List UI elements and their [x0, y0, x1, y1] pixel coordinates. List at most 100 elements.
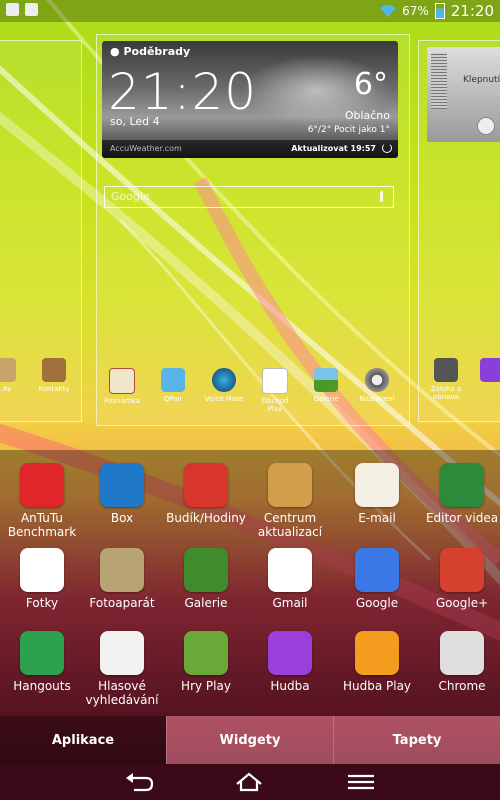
widget-date: so, Led 4: [110, 115, 160, 128]
app-gallery[interactable]: Galerie: [164, 548, 248, 610]
app-box[interactable]: Box: [80, 463, 164, 525]
left-panel-icon[interactable]: ...ky: [0, 358, 24, 393]
right-panel-icon-music[interactable]: [472, 358, 500, 385]
music-widget[interactable]: Klepnutí: [427, 47, 500, 142]
contacts-icon: [42, 358, 66, 382]
settings-gear-icon: [365, 368, 389, 392]
app-music[interactable]: Hudba: [248, 631, 332, 693]
app-label: Galerie: [184, 596, 228, 610]
app-video-editor[interactable]: Editor videa: [420, 463, 500, 525]
tab-widgety[interactable]: Widgety: [166, 716, 333, 764]
music-icon: [480, 358, 500, 382]
city-name: Poděbrady: [123, 45, 191, 58]
search-placeholder: Google: [111, 190, 150, 203]
speaker-grille: [431, 53, 447, 109]
back-icon[interactable]: [124, 772, 154, 792]
refresh-icon[interactable]: [382, 143, 392, 153]
home-icon-qpair[interactable]: QPair: [153, 368, 193, 403]
app-label: Hudba: [270, 679, 310, 693]
app-camera[interactable]: Fotoaparát: [80, 548, 164, 610]
menu-icon[interactable]: [346, 772, 376, 792]
weather-temperature: 6°: [353, 67, 388, 102]
app-label: Hry Play: [181, 679, 231, 693]
right-panel-icon-backup[interactable]: Záloha a obnova: [426, 358, 466, 401]
weather-footer: AccuWeather.com Aktualizovat 19:57: [102, 140, 398, 158]
gallery-icon: [314, 368, 338, 392]
home-icon-label: QPair: [163, 395, 183, 403]
app-label: Hangouts: [13, 679, 71, 693]
home-icon-nastaveni[interactable]: Nastavení: [357, 368, 397, 403]
qpair-icon: [161, 368, 185, 392]
hangouts-icon: [20, 631, 64, 675]
left-panel-icon-contacts[interactable]: Kontakty: [34, 358, 74, 393]
mic-icon[interactable]: [380, 191, 383, 202]
app-hangouts[interactable]: Hangouts: [0, 631, 84, 693]
chrome-icon: [440, 631, 484, 675]
weather-city: ● Poděbrady: [110, 45, 190, 58]
app-label: AnTuTu Benchmark: [7, 511, 77, 539]
drawer-tabs: Aplikace Widgety Tapety: [0, 716, 500, 764]
app-label: Fotoaparát: [89, 596, 155, 610]
weather-condition: Oblačno: [344, 109, 390, 122]
email-icon: [355, 463, 399, 507]
app-play-music[interactable]: Hudba Play: [335, 631, 419, 693]
app-photos[interactable]: Fotky: [0, 548, 84, 610]
home-icon-poznamka[interactable]: Poznámka: [102, 368, 142, 405]
home-icon-label: Poznámka: [104, 397, 140, 405]
alarm-clock-icon: [184, 463, 228, 507]
previous-track-icon[interactable]: [477, 117, 495, 135]
status-bar: 67% 21:20: [0, 0, 500, 22]
gallery-icon: [184, 548, 228, 592]
app-update-center[interactable]: Centrum aktualizací: [248, 463, 332, 539]
app-label: Google: [355, 596, 399, 610]
app-antutu[interactable]: AnTuTu Benchmark: [0, 463, 84, 539]
music-widget-text: Klepnutí: [463, 75, 500, 85]
app-alarm-clock[interactable]: Budík/Hodiny: [164, 463, 248, 525]
update-center-icon: [268, 463, 312, 507]
home-icon-label: Nastavení: [359, 395, 395, 403]
app-chrome[interactable]: Chrome: [420, 631, 500, 693]
play-music-icon: [355, 631, 399, 675]
app-label: Gmail: [272, 596, 308, 610]
home-icon-galerie[interactable]: Galerie: [306, 368, 346, 403]
app-play-games[interactable]: Hry Play: [164, 631, 248, 693]
google-search-bar[interactable]: Google: [104, 186, 394, 208]
voice-mate-icon: [212, 368, 236, 392]
tab-tapety[interactable]: Tapety: [333, 716, 500, 764]
home-icon-obchod-play[interactable]: Obchod Play: [255, 368, 295, 413]
video-editor-icon: [440, 463, 484, 507]
home-icon-label: Obchod Play: [261, 397, 289, 413]
google-icon: [355, 548, 399, 592]
app-label: Centrum aktualizací: [257, 511, 323, 539]
home-icon-voice-mate[interactable]: Voice Mate: [204, 368, 244, 403]
tab-aplikace[interactable]: Aplikace: [0, 716, 166, 764]
update-label: Aktualizovat 19:57: [291, 144, 376, 153]
antutu-icon: [20, 463, 64, 507]
backup-icon: [434, 358, 458, 382]
home-icon[interactable]: [234, 772, 264, 792]
app-email[interactable]: E-mail: [335, 463, 419, 525]
widget-clock: 21:20: [108, 63, 258, 121]
app-voice-search[interactable]: Hlasové vyhledávání: [80, 631, 164, 707]
photos-icon: [20, 548, 64, 592]
app-google-plus[interactable]: Google+: [420, 548, 500, 610]
home-icon-label: Kontakty: [38, 385, 70, 393]
app-label: Hlasové vyhledávání: [85, 679, 159, 707]
app-label: Hudba Play: [342, 679, 412, 693]
box-icon: [100, 463, 144, 507]
notes-icon: [109, 368, 135, 394]
play-store-icon: [262, 368, 288, 394]
status-clock: 21:20: [450, 2, 494, 20]
app-label: Editor videa: [425, 511, 499, 525]
navigation-bar: [0, 764, 500, 800]
battery-icon: [434, 3, 445, 19]
location-pin-icon: ●: [110, 45, 120, 58]
store-notification-icon: [25, 3, 38, 16]
app-google[interactable]: Google: [335, 548, 419, 610]
app-label: Box: [110, 511, 134, 525]
app-gmail[interactable]: Gmail: [248, 548, 332, 610]
voice-search-icon: [100, 631, 144, 675]
weather-widget[interactable]: ● Poděbrady 21:20 so, Led 4 6° Oblačno 6…: [102, 41, 398, 158]
home-icon-label: Galerie: [313, 395, 339, 403]
wifi-icon: [380, 5, 397, 17]
